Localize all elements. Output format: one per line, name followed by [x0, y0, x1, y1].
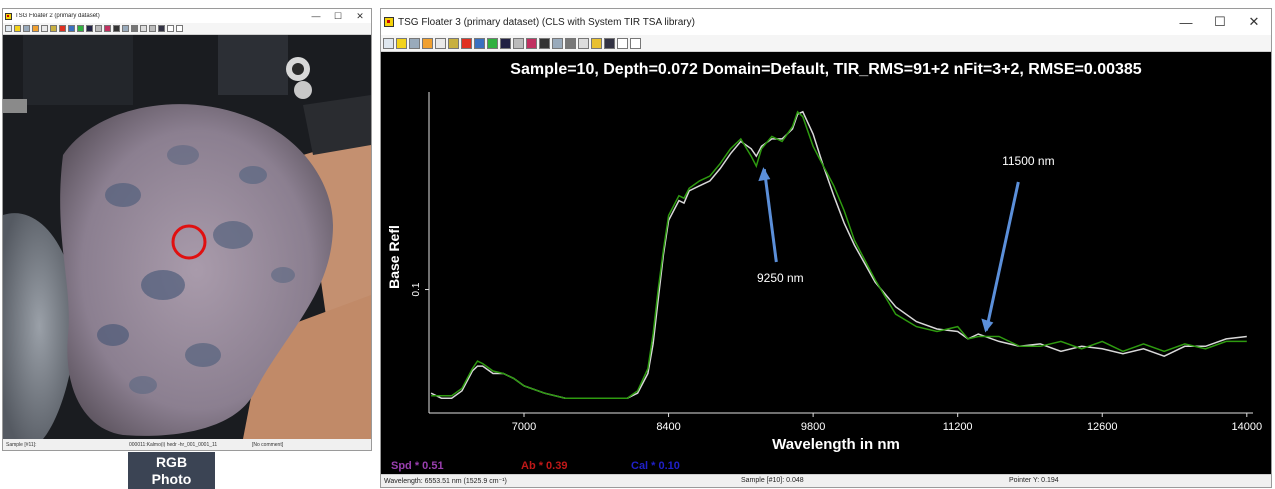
toolbar-tool-icon[interactable]: [131, 25, 138, 32]
y-axis-label: Base Refl: [386, 225, 402, 289]
toolbar-tool-icon[interactable]: [565, 37, 576, 49]
rock-photo-image: [3, 35, 371, 439]
toolbar-tool-icon[interactable]: [487, 37, 498, 49]
y-tick-label: 0.1: [411, 282, 422, 296]
spectrum-chart: Sample=10, Depth=0.072 Domain=Default, T…: [386, 61, 1263, 472]
toolbar-tool-icon[interactable]: [500, 37, 511, 49]
toolbar-tool-icon[interactable]: [513, 37, 524, 49]
legend-entry-ab: Ab * 0.39: [521, 460, 567, 472]
maximize-button[interactable]: ☐: [327, 9, 349, 23]
toolbar-tool-icon[interactable]: [461, 37, 472, 49]
x-tick-label: 12600: [1087, 421, 1118, 433]
x-tick-label: 11200: [943, 421, 973, 433]
minimize-button[interactable]: —: [1169, 9, 1203, 35]
rock-sample-photo[interactable]: [3, 35, 371, 439]
toolbar-tool-icon[interactable]: [539, 37, 550, 49]
annotation-label: 9250 nm: [757, 271, 804, 285]
annotation-label: 11500 nm: [1002, 154, 1054, 168]
x-axis-label: Wavelength in nm: [772, 436, 900, 453]
toolbar-tool-icon[interactable]: [422, 37, 433, 49]
toolbar-tool-icon[interactable]: [435, 37, 446, 49]
toolbar-tool-icon[interactable]: [474, 37, 485, 49]
toolbar-tool-icon[interactable]: [448, 37, 459, 49]
left-status-bar: Sample [#11]: 000011:Kalmo(i) hedr -hr_0…: [3, 439, 371, 450]
toolbar-tool-icon[interactable]: [149, 25, 156, 32]
right-window-title: TSG Floater 3 (primary dataset) (CLS wit…: [398, 16, 695, 28]
left-title-bar[interactable]: TSG Floater 2 (primary dataset) — ☐ ✕: [3, 9, 371, 23]
toolbar-tool-icon[interactable]: [59, 25, 66, 32]
close-button[interactable]: ✕: [349, 9, 371, 23]
toolbar-tool-icon[interactable]: [617, 37, 628, 49]
toolbar-tool-icon[interactable]: [167, 25, 174, 32]
left-window-title: TSG Floater 2 (primary dataset): [15, 13, 100, 19]
toolbar-tool-icon[interactable]: [104, 25, 111, 32]
series-line-fitted: [431, 110, 1247, 399]
left-status-comment: [No comment]: [252, 441, 284, 448]
toolbar-tool-icon[interactable]: [41, 25, 48, 32]
annotation-arrow-head: [758, 167, 771, 182]
x-tick-label: 7000: [512, 421, 536, 433]
toolbar-tool-icon[interactable]: [604, 37, 615, 49]
spectrum-plot[interactable]: Sample=10, Depth=0.072 Domain=Default, T…: [381, 52, 1271, 475]
toolbar-tool-icon[interactable]: [122, 25, 129, 32]
toolbar-tool-icon[interactable]: [383, 37, 394, 49]
toolbar-tool-icon[interactable]: [113, 25, 120, 32]
toolbar-tool-icon[interactable]: [176, 25, 183, 32]
x-tick-label: 9800: [801, 421, 825, 433]
close-button[interactable]: ✕: [1237, 9, 1271, 35]
toolbar-tool-icon[interactable]: [68, 25, 75, 32]
toolbar-tool-icon[interactable]: [578, 37, 589, 49]
left-toolbar: [3, 23, 371, 35]
left-status-sample: Sample [#11]:: [6, 441, 37, 448]
toolbar-tool-icon[interactable]: [409, 37, 420, 49]
toolbar-tool-icon[interactable]: [396, 37, 407, 49]
x-tick-label: 14000: [1232, 421, 1263, 433]
status-wavelength: Wavelength: 6553.51 nm (1525.9 cm⁻¹): [384, 478, 507, 485]
toolbar-tool-icon[interactable]: [86, 25, 93, 32]
annotation-arrow: [984, 181, 1020, 331]
series-line-measured: [430, 110, 1247, 399]
status-sample: Sample [#10]: 0.048: [741, 477, 804, 484]
toolbar-tool-icon[interactable]: [630, 37, 641, 49]
right-status-bar: Wavelength: 6553.51 nm (1525.9 cm⁻¹) Sam…: [381, 474, 1271, 487]
right-title-bar[interactable]: TSG Floater 3 (primary dataset) (CLS wit…: [381, 9, 1271, 35]
toolbar-tool-icon[interactable]: [32, 25, 39, 32]
toolbar-tool-icon[interactable]: [552, 37, 563, 49]
toolbar-tool-icon[interactable]: [50, 25, 57, 32]
app-icon: [384, 17, 394, 27]
legend-entry-cal: Cal * 0.10: [631, 460, 680, 472]
toolbar-tool-icon[interactable]: [77, 25, 84, 32]
minimize-button[interactable]: —: [305, 9, 327, 23]
rgb-label-line1: RGB: [155, 454, 188, 470]
toolbar-tool-icon[interactable]: [5, 25, 12, 32]
maximize-button[interactable]: ☐: [1203, 9, 1237, 35]
toolbar-tool-icon[interactable]: [23, 25, 30, 32]
right-window: TSG Floater 3 (primary dataset) (CLS wit…: [380, 8, 1272, 488]
toolbar-tool-icon[interactable]: [591, 37, 602, 49]
rgb-label-line2: Photo: [151, 471, 192, 487]
rgb-photo-label: RGB Photo: [128, 452, 215, 489]
left-status-file: 000011:Kalmo(i) hedr -hr_001_0001_11: [129, 441, 218, 448]
app-icon: [5, 12, 12, 20]
status-pointer: Pointer Y: 0.194: [1009, 477, 1059, 484]
toolbar-tool-icon[interactable]: [14, 25, 21, 32]
annotation-arrow: [762, 168, 778, 263]
toolbar-tool-icon[interactable]: [95, 25, 102, 32]
left-window: TSG Floater 2 (primary dataset) — ☐ ✕ Sa…: [2, 8, 372, 451]
chart-title: Sample=10, Depth=0.072 Domain=Default, T…: [510, 61, 1141, 78]
toolbar-tool-icon[interactable]: [526, 37, 537, 49]
right-toolbar: [381, 35, 1271, 52]
legend-entry-spd: Spd * 0.51: [391, 460, 444, 472]
x-tick-label: 8400: [656, 421, 680, 433]
toolbar-tool-icon[interactable]: [140, 25, 147, 32]
toolbar-tool-icon[interactable]: [158, 25, 165, 32]
